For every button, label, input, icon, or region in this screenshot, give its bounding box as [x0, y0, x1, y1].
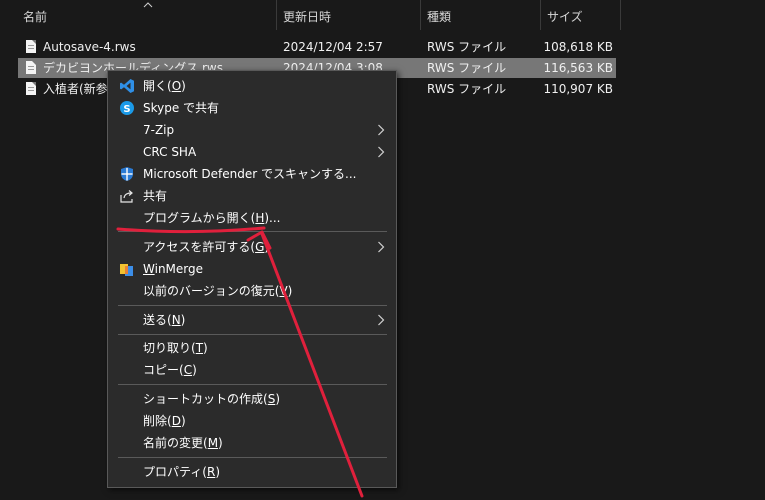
menu-item-7zip[interactable]: 7-Zip: [109, 119, 395, 141]
menu-delete-label: 削除(: [143, 414, 172, 428]
share-icon: [120, 190, 133, 203]
column-modified-header[interactable]: 更新日時: [277, 0, 420, 30]
menu-access-label: アクセスを許可する(: [143, 240, 256, 254]
menu-copy-label: コピー(: [143, 363, 184, 377]
column-name-header[interactable]: 名前: [17, 0, 275, 30]
menu-open-with-label: プログラムから開く(: [143, 211, 256, 225]
menu-cut-end: ): [203, 341, 208, 355]
column-type-header[interactable]: 種類: [421, 0, 540, 30]
menu-item-crc-sha[interactable]: CRC SHA: [109, 141, 395, 163]
menu-share-label: 共有: [143, 189, 168, 203]
column-divider[interactable]: [620, 0, 621, 30]
menu-shortcut-label: ショートカットの作成(: [143, 392, 268, 406]
menu-shortcut-end: ): [275, 392, 280, 406]
menu-delete-key: D: [171, 414, 181, 428]
file-size: 116,563 KB: [543, 61, 613, 75]
menu-skype-label: Skype で共有: [143, 101, 220, 115]
menu-item-properties[interactable]: プロパティ(R): [109, 461, 395, 483]
menu-delete-end: ): [180, 414, 186, 428]
menu-separator: [118, 457, 387, 458]
menu-open-label: 開く(: [143, 79, 172, 93]
menu-open-with-key: H: [255, 211, 265, 225]
menu-properties-end: ): [215, 465, 220, 479]
menu-item-skype-share[interactable]: S Skype で共有: [109, 97, 395, 119]
menu-item-winmerge[interactable]: WinMerge: [109, 258, 395, 280]
menu-separator: [118, 231, 387, 232]
svg-text:S: S: [123, 104, 130, 115]
menu-7zip-label: 7-Zip: [143, 123, 175, 137]
column-header: 名前 更新日時 種類 サイズ: [0, 0, 765, 30]
menu-separator: [118, 305, 387, 306]
menu-rename-key: M: [207, 436, 219, 450]
menu-copy-end: ): [192, 363, 197, 377]
menu-properties-label: プロパティ(: [143, 465, 207, 479]
menu-separator: [118, 384, 387, 385]
menu-restore-end: ): [287, 284, 293, 298]
menu-restore-label: 以前のバージョンの復元(: [143, 284, 280, 298]
menu-item-open[interactable]: 開く(O): [109, 75, 395, 97]
menu-access-end: ): [264, 240, 270, 254]
context-menu: 開く(O) S Skype で共有 7-Zip CRC SHA Microsof…: [107, 70, 397, 488]
menu-winmerge-key: W: [143, 262, 155, 276]
menu-item-share[interactable]: 共有: [109, 185, 395, 207]
menu-open-with-end: )...: [264, 211, 281, 225]
menu-send-key: N: [171, 313, 181, 327]
menu-access-key: G: [255, 240, 265, 254]
submenu-arrow-icon: [378, 241, 385, 253]
submenu-arrow-icon: [378, 124, 385, 136]
menu-send-label: 送る(: [143, 313, 172, 327]
file-row[interactable]: Autosave-4.rws 2024/12/04 2:57 RWS ファイル …: [18, 37, 616, 57]
menu-item-copy[interactable]: コピー(C): [109, 359, 395, 381]
menu-defender-label: Microsoft Defender でスキャンする...: [143, 167, 357, 181]
file-date: 2024/12/04 2:57: [283, 40, 383, 54]
menu-item-cut[interactable]: 切り取り(T): [109, 337, 395, 359]
menu-crc-label: CRC SHA: [143, 145, 197, 159]
file-icon: [26, 61, 36, 74]
submenu-arrow-icon: [378, 146, 385, 158]
menu-item-defender-scan[interactable]: Microsoft Defender でスキャンする...: [109, 163, 395, 185]
vscode-icon: [120, 79, 134, 93]
file-size: 108,618 KB: [543, 40, 613, 54]
menu-item-open-with[interactable]: プログラムから開く(H)...: [109, 207, 395, 229]
menu-cut-label: 切り取り(: [143, 341, 196, 355]
submenu-arrow-icon: [378, 314, 385, 326]
file-icon: [26, 82, 36, 95]
menu-send-end: ): [180, 313, 186, 327]
menu-cut-key: T: [195, 341, 204, 355]
skype-icon: S: [120, 101, 134, 115]
menu-item-delete[interactable]: 削除(D): [109, 410, 395, 432]
winmerge-icon: [120, 264, 133, 276]
file-name: Autosave-4.rws: [43, 40, 136, 54]
menu-open-key: O: [171, 79, 182, 93]
menu-restore-key: V: [279, 284, 288, 298]
column-size-header[interactable]: サイズ: [541, 0, 620, 30]
defender-shield-icon: [121, 167, 133, 181]
menu-copy-key: C: [183, 363, 193, 377]
menu-rename-end: ): [218, 436, 223, 450]
file-icon: [26, 40, 36, 53]
menu-open-end: ): [181, 79, 186, 93]
menu-item-restore-previous[interactable]: 以前のバージョンの復元(V): [109, 280, 395, 302]
menu-item-create-shortcut[interactable]: ショートカットの作成(S): [109, 388, 395, 410]
menu-winmerge-label: inMerge: [154, 262, 204, 276]
menu-rename-label: 名前の変更(: [143, 436, 208, 450]
menu-separator: [118, 334, 387, 335]
file-size: 110,907 KB: [543, 82, 613, 96]
menu-item-rename[interactable]: 名前の変更(M): [109, 432, 395, 454]
menu-item-send-to[interactable]: 送る(N): [109, 309, 395, 331]
menu-item-give-access[interactable]: アクセスを許可する(G): [109, 236, 395, 258]
